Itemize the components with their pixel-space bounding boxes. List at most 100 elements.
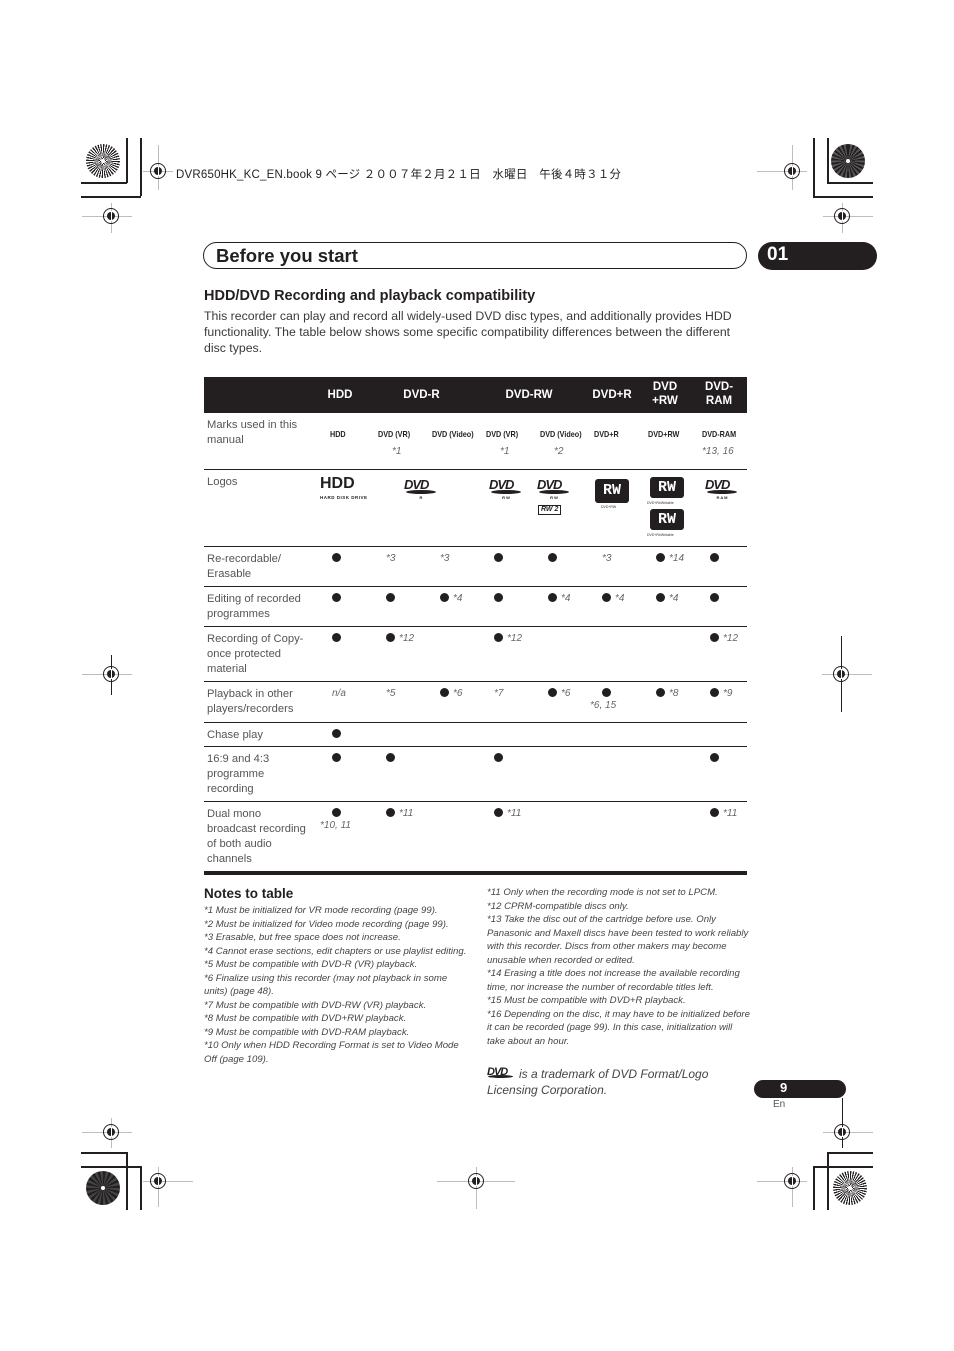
crop-line: [813, 1166, 873, 1168]
table-cell: *6: [440, 688, 462, 699]
registration-mark-icon: [103, 1124, 119, 1140]
dvd-logo-icon: DVD: [487, 1066, 515, 1079]
supported-dot-icon: [656, 553, 665, 562]
table-cell: *12: [386, 633, 414, 644]
note-reference: *14: [669, 553, 685, 564]
rw2-logo: RW 2: [538, 505, 562, 515]
table-cell: *11: [710, 808, 737, 819]
column-header-dvd-r: DVD-R: [403, 389, 440, 401]
note-reference: *12: [399, 633, 415, 644]
registration-mark-icon: [784, 1173, 800, 1189]
note-reference: *8: [669, 688, 679, 699]
row-label: Logos: [207, 476, 238, 488]
disc-shape: [406, 490, 436, 494]
supported-dot-icon: [548, 688, 557, 697]
compatibility-table: HDD DVD-R DVD-RW DVD+R DVD +RW DVD- RAM …: [204, 377, 747, 875]
table-cell: [386, 593, 399, 604]
supported-dot-icon: [332, 553, 341, 562]
table-cell: *10, 11: [320, 808, 351, 831]
supported-dot-icon: [386, 753, 395, 762]
hdd-logo-subtext: HARD DISK DRIVE: [320, 495, 368, 500]
supported-dot-icon: [710, 808, 719, 817]
table-cell: *4: [440, 593, 462, 604]
table-note: *6 Finalize using this recorder (may not…: [204, 972, 448, 998]
column-header-hdd: HDD: [327, 389, 353, 401]
print-file-header: DVR650HK_KC_EN.book 9 ページ ２００７年２月２１日 水曜日…: [176, 169, 622, 181]
table-bottom-rule: [204, 872, 747, 875]
reg-line: [842, 1098, 843, 1148]
row-label: 16:9 and 4:3 programme recording: [207, 753, 270, 795]
crop-line: [140, 138, 142, 196]
note-reference: *3: [602, 553, 612, 564]
registration-mark-icon: [103, 208, 119, 224]
crop-line: [81, 196, 141, 198]
supported-dot-icon: [602, 688, 611, 697]
dvd-plus-rw-logo: RW: [650, 477, 684, 498]
note-reference: *11: [507, 808, 522, 819]
row-label: Dual mono broadcast recording of both au…: [207, 808, 306, 865]
table-note: *7 Must be compatible with DVD-RW (VR) p…: [204, 999, 427, 1011]
table-cell: *11: [386, 808, 413, 819]
table-cell: [494, 553, 507, 564]
supported-dot-icon: [656, 688, 665, 697]
registration-mark-icon: [150, 1173, 166, 1189]
note-reference: *6: [561, 688, 571, 699]
note-reference: *11: [399, 808, 414, 819]
notes-right-column: *11 Only when the recording mode is not …: [487, 886, 751, 1048]
table-note: *8 Must be compatible with DVD+RW playba…: [204, 1013, 407, 1024]
supported-dot-icon: [602, 593, 611, 602]
disc-mark-label: HDD: [330, 429, 346, 439]
note-reference: *12: [723, 633, 739, 644]
table-note: *12 CPRM-compatible discs only.: [487, 900, 629, 912]
disc-shape: [539, 490, 569, 494]
table-note: *4 Cannot erase sections, edit chapters …: [204, 945, 467, 957]
table-cell: [710, 593, 723, 604]
trademark-text: is a trademark of DVD Format/Logo Licens…: [487, 1067, 709, 1097]
page-title: Before you start: [216, 245, 358, 266]
crop-line: [140, 1166, 142, 1210]
crop-line: [81, 182, 127, 184]
color-registration-starburst-icon: [86, 1171, 120, 1205]
table-cell: [332, 729, 345, 740]
supported-dot-icon: [710, 688, 719, 697]
table-cell: *4: [602, 593, 624, 604]
table-cell: *6, 15: [590, 688, 616, 711]
note-reference: *3: [386, 553, 396, 564]
row-label: Marks used in this manual: [207, 419, 298, 446]
table-note: *3 Erasable, but free space does not inc…: [204, 932, 401, 943]
table-cell: [332, 593, 345, 604]
note-reference: *4: [453, 593, 463, 604]
table-row-logos: Logos HDD HARD DISK DRIVE DVD R DVD R W …: [204, 470, 747, 547]
table-cell: *4: [656, 593, 678, 604]
supported-dot-icon: [332, 593, 341, 602]
note-reference: *7: [494, 688, 504, 699]
table-note: *14 Erasing a title does not increase th…: [487, 968, 740, 993]
table-note: *16 Depending on the disc, it may have t…: [487, 1008, 750, 1047]
column-header-line: DVD: [652, 381, 678, 393]
notes-left-column: *1 Must be initialized for VR mode recor…: [204, 904, 470, 1066]
row-label: Playback in other players/recorders: [207, 688, 294, 715]
dvd-plus-r-rw-logo: RW: [595, 479, 629, 503]
notes-heading: Notes to table: [204, 886, 294, 901]
disc-mark-label: DVD (Video): [540, 429, 582, 439]
note-reference: *6, 15: [590, 700, 617, 711]
table-note: *1 Must be initialized for VR mode recor…: [204, 905, 438, 916]
note-reference: *6: [453, 688, 463, 699]
dvd-rw-video-logo: DVD R W: [537, 477, 571, 501]
table-cell: [386, 753, 399, 764]
table-cell: *7: [494, 688, 503, 699]
supported-dot-icon: [710, 593, 719, 602]
table-row: Re-recordable/ Erasable *3 *3 *3 *14: [204, 547, 747, 587]
supported-dot-icon: [494, 553, 503, 562]
table-cell: [332, 633, 345, 644]
crop-line: [813, 196, 873, 198]
table-cell: n/a: [332, 688, 346, 699]
crop-line: [81, 1166, 141, 1168]
supported-dot-icon: [548, 593, 557, 602]
logo-subtext: DVD+ReWritable: [647, 501, 674, 505]
column-header-line: +RW: [652, 395, 678, 407]
column-header-dvd-ram: DVD- RAM: [698, 380, 740, 408]
supported-dot-icon: [710, 553, 719, 562]
color-registration-starburst-icon: [833, 1171, 867, 1205]
column-header-line: RAM: [705, 395, 733, 407]
